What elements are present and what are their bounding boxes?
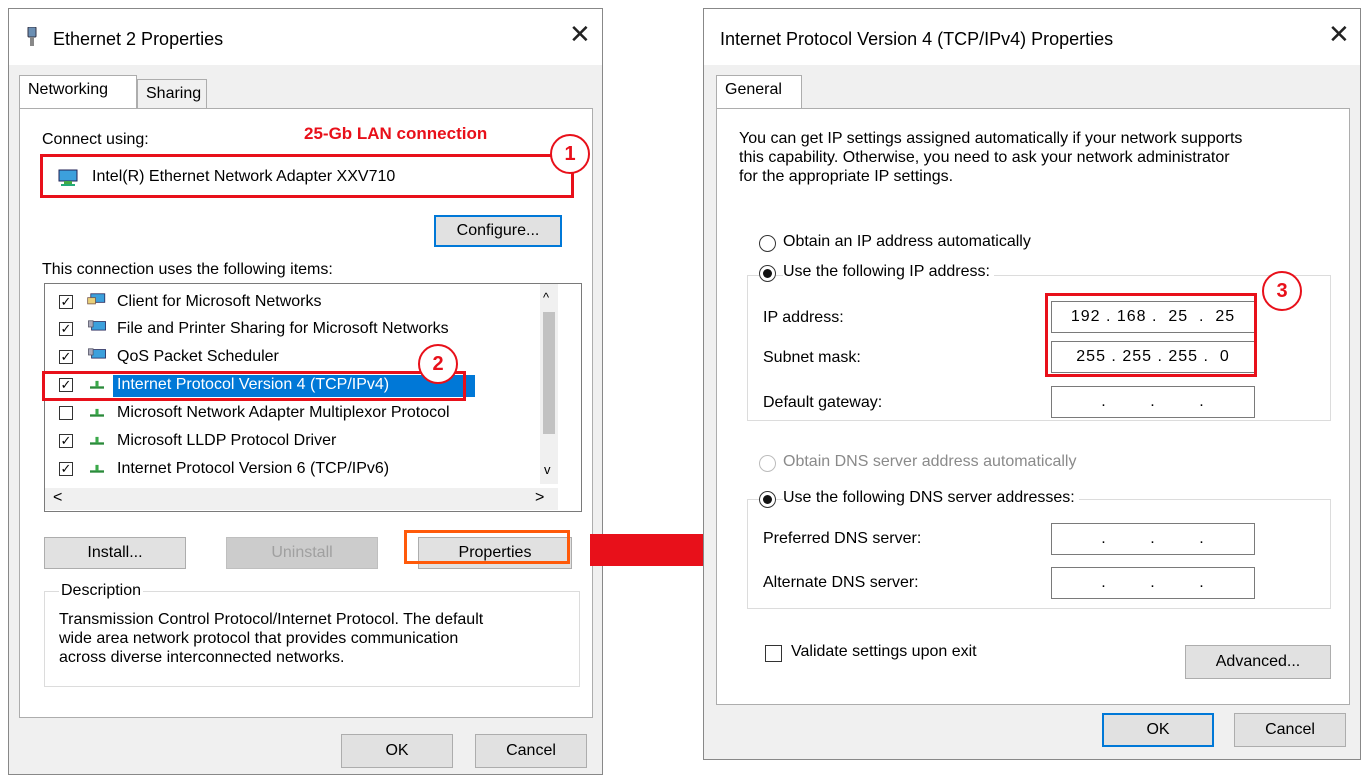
- vertical-scrollbar[interactable]: ^ v: [540, 284, 558, 484]
- badge-2: 2: [418, 344, 458, 384]
- annotation-label: 25-Gb LAN connection: [304, 124, 488, 143]
- preferred-dns-label: Preferred DNS server:: [763, 530, 922, 547]
- install-button[interactable]: Install...: [44, 537, 186, 569]
- horizontal-scrollbar[interactable]: < >: [45, 488, 558, 510]
- subnet-mask-label: Subnet mask:: [763, 349, 861, 366]
- obtain-ip-auto-label: Obtain an IP address automatically: [783, 233, 1031, 250]
- window-title: Ethernet 2 Properties: [53, 29, 224, 49]
- protocol-icon: [90, 464, 104, 473]
- description-text: Transmission Control Protocol/Internet P…: [59, 611, 484, 666]
- uninstall-button: Uninstall: [226, 537, 378, 569]
- description-group: Description Transmission Control Protoco…: [44, 582, 580, 687]
- ethernet-adapter-icon: [27, 27, 37, 46]
- connect-using-label: Connect using:: [42, 131, 149, 148]
- tab-sharing[interactable]: Sharing: [137, 79, 207, 109]
- use-following-ip-label: Use the following IP address:: [783, 263, 994, 281]
- scroll-right-icon[interactable]: >: [535, 489, 544, 507]
- items-label: This connection uses the following items…: [42, 261, 333, 278]
- close-icon[interactable]: ✕: [569, 21, 591, 47]
- tab-general[interactable]: General: [716, 75, 802, 109]
- obtain-ip-auto-radio[interactable]: [759, 235, 776, 252]
- scroll-down-icon[interactable]: v: [544, 462, 551, 477]
- list-item[interactable]: ✓ QoS Packet Scheduler: [45, 345, 535, 371]
- alternate-dns-input[interactable]: . . .: [1051, 567, 1255, 599]
- ipv4-properties-dialog: Internet Protocol Version 4 (TCP/IPv4) P…: [703, 8, 1361, 760]
- protocol-icon: [90, 436, 104, 445]
- checkbox[interactable]: ✓: [59, 462, 73, 476]
- use-following-dns-label: Use the following DNS server addresses:: [783, 489, 1079, 507]
- validate-checkbox[interactable]: [765, 645, 782, 662]
- network-client-icon: [87, 293, 106, 305]
- checkbox[interactable]: [59, 406, 73, 420]
- default-gateway-label: Default gateway:: [763, 394, 883, 411]
- tab-networking[interactable]: Networking: [19, 75, 137, 109]
- general-panel: You can get IP settings assigned automat…: [716, 108, 1350, 705]
- network-service-icon: [88, 320, 106, 331]
- info-text: You can get IP settings assigned automat…: [739, 130, 1243, 185]
- default-gateway-input[interactable]: . . .: [1051, 386, 1255, 418]
- obtain-dns-auto-label: Obtain DNS server address automatically: [783, 453, 1077, 470]
- protocol-icon: [90, 408, 104, 417]
- adapter-highlight-box: [40, 154, 574, 198]
- scroll-left-icon[interactable]: <: [53, 489, 62, 507]
- ip-settings-highlight-box: [1045, 293, 1257, 377]
- list-item[interactable]: ✓ Microsoft LLDP Protocol Driver: [45, 429, 535, 455]
- checkbox[interactable]: ✓: [59, 295, 73, 309]
- ipv4-highlight-box: [42, 371, 466, 401]
- obtain-dns-auto-radio: [759, 455, 776, 472]
- title-bar: Internet Protocol Version 4 (TCP/IPv4) P…: [704, 9, 1360, 65]
- alternate-dns-label: Alternate DNS server:: [763, 574, 919, 591]
- description-label: Description: [59, 582, 144, 600]
- configure-button[interactable]: Configure...: [434, 215, 562, 247]
- cancel-button[interactable]: Cancel: [475, 734, 587, 768]
- badge-3: 3: [1262, 271, 1302, 311]
- checkbox[interactable]: ✓: [59, 322, 73, 336]
- list-item[interactable]: ✓ File and Printer Sharing for Microsoft…: [45, 317, 535, 343]
- validate-label: Validate settings upon exit: [791, 643, 977, 660]
- window-title: Internet Protocol Version 4 (TCP/IPv4) P…: [720, 29, 1114, 49]
- use-following-ip-radio[interactable]: [759, 265, 776, 282]
- list-item[interactable]: ✓ Client for Microsoft Networks: [45, 290, 535, 316]
- list-item[interactable]: ✓ Internet Protocol Version 6 (TCP/IPv6): [45, 457, 535, 483]
- network-service-icon: [88, 348, 106, 359]
- scrollbar-thumb[interactable]: [543, 312, 555, 434]
- use-following-dns-radio[interactable]: [759, 491, 776, 508]
- list-item[interactable]: Microsoft Network Adapter Multiplexor Pr…: [45, 401, 535, 427]
- title-bar: Ethernet 2 Properties ✕: [9, 9, 602, 65]
- ok-button[interactable]: OK: [341, 734, 453, 768]
- cancel-button[interactable]: Cancel: [1234, 713, 1346, 747]
- scroll-up-icon[interactable]: ^: [543, 290, 549, 305]
- close-icon[interactable]: ✕: [1328, 21, 1350, 47]
- ip-address-label: IP address:: [763, 309, 844, 326]
- checkbox[interactable]: ✓: [59, 350, 73, 364]
- badge-1: 1: [550, 134, 590, 174]
- ok-button[interactable]: OK: [1102, 713, 1214, 747]
- advanced-button[interactable]: Advanced...: [1185, 645, 1331, 679]
- networking-panel: Connect using: 25-Gb LAN connection Inte…: [19, 108, 593, 718]
- properties-highlight-box: [404, 530, 570, 564]
- preferred-dns-input[interactable]: . . .: [1051, 523, 1255, 555]
- checkbox[interactable]: ✓: [59, 434, 73, 448]
